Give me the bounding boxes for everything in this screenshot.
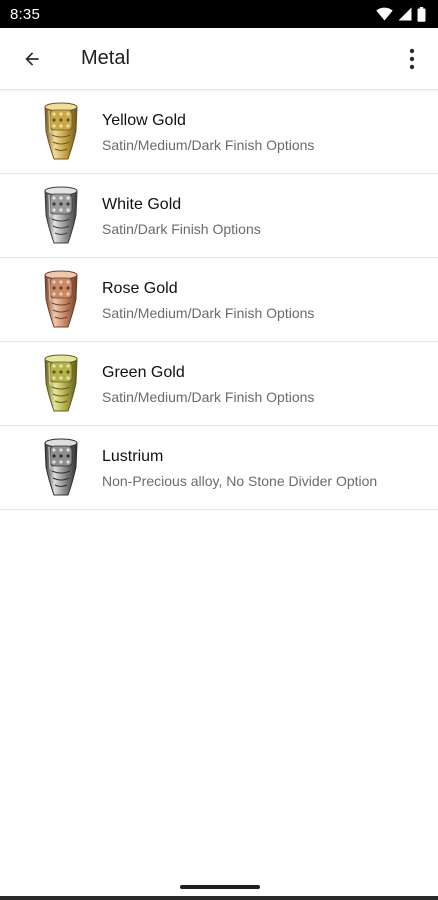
item-title: Green Gold [102,364,185,381]
ring-icon [44,438,78,496]
ring-icon [44,270,78,328]
cellular-signal-icon [398,7,412,21]
item-title: White Gold [102,196,182,213]
gesture-nav-handle[interactable] [180,885,260,889]
back-button[interactable] [0,28,64,90]
more-options-button[interactable] [386,28,438,90]
status-icons [376,6,426,22]
ring-icon [44,102,78,160]
item-title: Lustrium [102,448,164,465]
ring-icon [44,186,78,244]
list-item-lustrium[interactable]: Lustrium Non-Precious alloy, No Stone Di… [0,426,438,510]
app-bar: Metal [0,28,438,90]
list-item-yellow-gold[interactable]: Yellow Gold Satin/Medium/Dark Finish Opt… [0,90,438,174]
item-title: Rose Gold [102,280,178,297]
list-item-white-gold[interactable]: White Gold Satin/Dark Finish Options [0,174,438,258]
status-bar: 8:35 [0,0,438,28]
list-item-green-gold[interactable]: Green Gold Satin/Medium/Dark Finish Opti… [0,342,438,426]
ring-icon [44,354,78,412]
screen: 8:35 Metal Yellow Gold Satin/Medium/Dark… [0,0,438,900]
more-vert-icon [409,48,415,69]
metal-list: Yellow Gold Satin/Medium/Dark Finish Opt… [0,90,438,510]
item-subtitle: Satin/Medium/Dark Finish Options [102,137,315,153]
list-item-rose-gold[interactable]: Rose Gold Satin/Medium/Dark Finish Optio… [0,258,438,342]
item-subtitle: Satin/Dark Finish Options [102,221,261,237]
item-subtitle: Satin/Medium/Dark Finish Options [102,305,315,321]
arrow-back-icon [25,51,39,66]
item-subtitle: Satin/Medium/Dark Finish Options [102,389,315,405]
status-time: 8:35 [10,5,40,23]
bottom-edge [0,896,438,900]
wifi-icon [376,7,393,21]
item-title: Yellow Gold [102,112,186,129]
page-title: Metal [81,47,130,69]
battery-icon [417,6,426,22]
item-subtitle: Non-Precious alloy, No Stone Divider Opt… [102,473,378,489]
